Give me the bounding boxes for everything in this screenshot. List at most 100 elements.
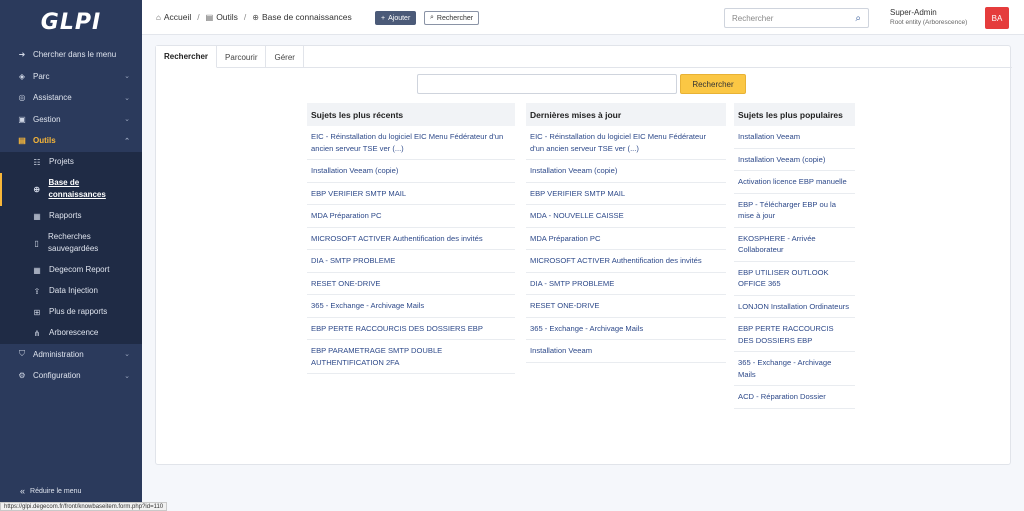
sidebar-subitem-degecom-report[interactable]: ▦ Degecom Report xyxy=(0,260,142,281)
kb-search-row: Rechercher xyxy=(417,74,746,94)
column-list: EIC - Réinstallation du logiciel EIC Men… xyxy=(307,126,515,374)
sidebar-subitem-label: Arborescence xyxy=(49,328,99,337)
sidebar-subitem-label: Base de connaissances xyxy=(48,178,106,199)
kb-search-input[interactable] xyxy=(417,74,677,94)
glpi-logo[interactable]: GLPI xyxy=(0,0,142,44)
article-link[interactable]: MICROSOFT ACTIVER Authentification des i… xyxy=(526,250,726,273)
column-popular: Sujets les plus populaires Installation … xyxy=(734,103,855,409)
breadcrumb: ⌂ Accueil / ▤ Outils / ⊕ Base de connais… xyxy=(156,12,352,22)
kb-search-button[interactable]: Rechercher xyxy=(680,74,746,94)
search-icon: ⌕ xyxy=(430,14,434,21)
breadcrumb-separator: / xyxy=(197,12,200,22)
search-button[interactable]: ⌕ Rechercher xyxy=(424,11,480,25)
knowledge-icon: ⊕ xyxy=(252,12,259,22)
sidebar-subitem-projets[interactable]: ☷ Projets xyxy=(0,152,142,173)
article-link[interactable]: Installation Veeam xyxy=(526,340,726,363)
sidebar-subitem-label: Rapports xyxy=(49,211,82,220)
article-link[interactable]: DIA - SMTP PROBLEME xyxy=(307,250,515,273)
outils-submenu: ☷ Projets ⊕ Base de connaissances ▦ Rapp… xyxy=(0,151,142,344)
collapse-menu-button[interactable]: « Réduire le menu xyxy=(20,486,81,496)
article-link[interactable]: MICROSOFT ACTIVER Authentification des i… xyxy=(307,228,515,250)
sidebar-item-label: Outils xyxy=(33,136,56,146)
sidebar-subitem-more-reports[interactable]: ⊞ Plus de rapports xyxy=(0,302,142,323)
add-button[interactable]: + Ajouter xyxy=(375,11,417,25)
gear-icon: ⚙ xyxy=(18,371,26,381)
article-link[interactable]: EBP VERIFIER SMTP MAIL xyxy=(526,183,726,205)
sidebar-item-search-menu[interactable]: ➜ Chercher dans le menu xyxy=(0,44,142,66)
article-link[interactable]: Installation Veeam (copie) xyxy=(526,160,726,183)
chevron-down-icon: ⌄ xyxy=(124,73,130,81)
search-button-label: Rechercher xyxy=(436,14,474,22)
article-link[interactable]: 365 - Exchange - Archivage Mails xyxy=(307,295,515,318)
article-link[interactable]: 365 - Exchange - Archivage Mails xyxy=(526,318,726,340)
sidebar-subitem-label: Recherches sauvegardées xyxy=(48,232,99,253)
tree-icon: ⋔ xyxy=(33,328,41,338)
sidebar-item-configuration[interactable]: ⚙ Configuration ⌄ xyxy=(0,365,142,387)
chevron-down-icon: ⌄ xyxy=(124,94,130,102)
article-link[interactable]: RESET ONE-DRIVE xyxy=(307,273,515,295)
knowledge-base-card: Rechercher Parcourir Gérer Rechercher Su… xyxy=(155,45,1012,465)
article-link[interactable]: 365 - Exchange - Archivage Mails xyxy=(734,352,855,386)
article-link[interactable]: LONJON Installation Ordinateurs xyxy=(734,296,855,318)
article-link[interactable]: EKOSPHERE - Arrivée Collaborateur xyxy=(734,228,855,262)
article-link[interactable]: EBP VERIFIER SMTP MAIL xyxy=(307,183,515,205)
sidebar-item-outils[interactable]: ▤ Outils ⌃ xyxy=(0,130,142,152)
article-link[interactable]: MDA Préparation PC xyxy=(526,228,726,250)
global-search-box: ⌕ xyxy=(724,8,869,28)
article-link[interactable]: Installation Veeam (copie) xyxy=(734,149,855,171)
briefcase-icon: ▤ xyxy=(18,136,26,146)
article-link[interactable]: EBP - Télécharger EBP ou la mise à jour xyxy=(734,194,855,228)
double-chevron-left-icon: « xyxy=(20,486,26,496)
sidebar-subitem-knowledge-base[interactable]: ⊕ Base de connaissances xyxy=(0,172,142,206)
article-link[interactable]: MDA - NOUVELLE CAISSE xyxy=(526,205,726,228)
article-link[interactable]: EBP PERTE RACCOURCIS DES DOSSIERS EBP xyxy=(307,318,515,340)
article-link[interactable]: Installation Veeam xyxy=(734,126,855,149)
article-link[interactable]: MDA Préparation PC xyxy=(307,205,515,228)
global-search-input[interactable] xyxy=(732,13,856,23)
tab-gerer[interactable]: Gérer xyxy=(266,46,304,68)
knowledge-icon: ⊕ xyxy=(33,184,41,194)
chevron-down-icon: ⌄ xyxy=(124,372,130,380)
briefcase-icon: ▤ xyxy=(205,12,214,22)
article-link[interactable]: EBP UTILISER OUTLOOK OFFICE 365 xyxy=(734,262,855,296)
tab-bar: Rechercher Parcourir Gérer xyxy=(156,46,1012,68)
article-link[interactable]: EBP PERTE RACCOURCIS DES DOSSIERS EBP xyxy=(734,318,855,352)
sidebar-item-gestion[interactable]: ▣ Gestion ⌄ xyxy=(0,109,142,131)
upload-icon: ⇪ xyxy=(33,286,41,296)
plus-icon: + xyxy=(381,14,386,22)
avatar[interactable]: BA xyxy=(985,7,1009,29)
cube-icon: ◈ xyxy=(18,71,26,81)
article-link[interactable]: EBP PARAMETRAGE SMTP DOUBLE AUTHENTIFICA… xyxy=(307,340,515,374)
sidebar-subitem-data-injection[interactable]: ⇪ Data Injection xyxy=(0,281,142,302)
search-icon[interactable]: ⌕ xyxy=(855,13,861,24)
sidebar-subitem-rapports[interactable]: ▦ Rapports xyxy=(0,206,142,227)
shield-icon: ⛉ xyxy=(19,349,25,359)
breadcrumb-home[interactable]: ⌂ Accueil xyxy=(156,12,191,22)
chevron-down-icon: ⌄ xyxy=(124,116,130,124)
article-link[interactable]: EIC - Réinstallation du logiciel EIC Men… xyxy=(307,126,515,160)
article-link[interactable]: Activation licence EBP manuelle xyxy=(734,171,855,194)
logo-text: GLPI xyxy=(40,9,102,35)
sidebar-item-parc[interactable]: ◈ Parc ⌄ xyxy=(0,66,142,88)
article-link[interactable]: DIA - SMTP PROBLEME xyxy=(526,273,726,295)
sidebar-subitem-arborescence[interactable]: ⋔ Arborescence xyxy=(0,323,142,344)
bookmark-icon: ▯ xyxy=(34,238,39,248)
sidebar-item-administration[interactable]: ⛉ Administration ⌄ xyxy=(0,344,142,366)
article-link[interactable]: ACD - Réparation Dossier xyxy=(734,386,855,409)
arrow-right-icon: ➜ xyxy=(18,50,26,60)
sidebar-subitem-saved-searches[interactable]: ▯ Recherches sauvegardées xyxy=(0,227,142,260)
article-link[interactable]: RESET ONE-DRIVE xyxy=(526,295,726,318)
column-title: Dernières mises à jour xyxy=(526,103,726,126)
breadcrumb-outils[interactable]: ▤ Outils xyxy=(206,12,238,22)
tab-parcourir[interactable]: Parcourir xyxy=(217,46,267,68)
tab-rechercher[interactable]: Rechercher xyxy=(156,46,218,68)
sidebar-item-assistance[interactable]: ◎ Assistance ⌄ xyxy=(0,87,142,109)
sidebar-subitem-label: Plus de rapports xyxy=(49,307,108,316)
user-info[interactable]: Super-Admin Root entity (Arborescence) xyxy=(890,8,967,28)
article-link[interactable]: EIC - Réinstallation du logiciel EIC Men… xyxy=(526,126,726,160)
sidebar-subitem-label: Data Injection xyxy=(49,286,98,295)
sidebar-item-label: Configuration xyxy=(33,371,81,381)
article-link[interactable]: Installation Veeam (copie) xyxy=(307,160,515,183)
breadcrumb-knowledge-base[interactable]: ⊕ Base de connaissances xyxy=(252,12,351,22)
column-title: Sujets les plus populaires xyxy=(734,103,855,126)
